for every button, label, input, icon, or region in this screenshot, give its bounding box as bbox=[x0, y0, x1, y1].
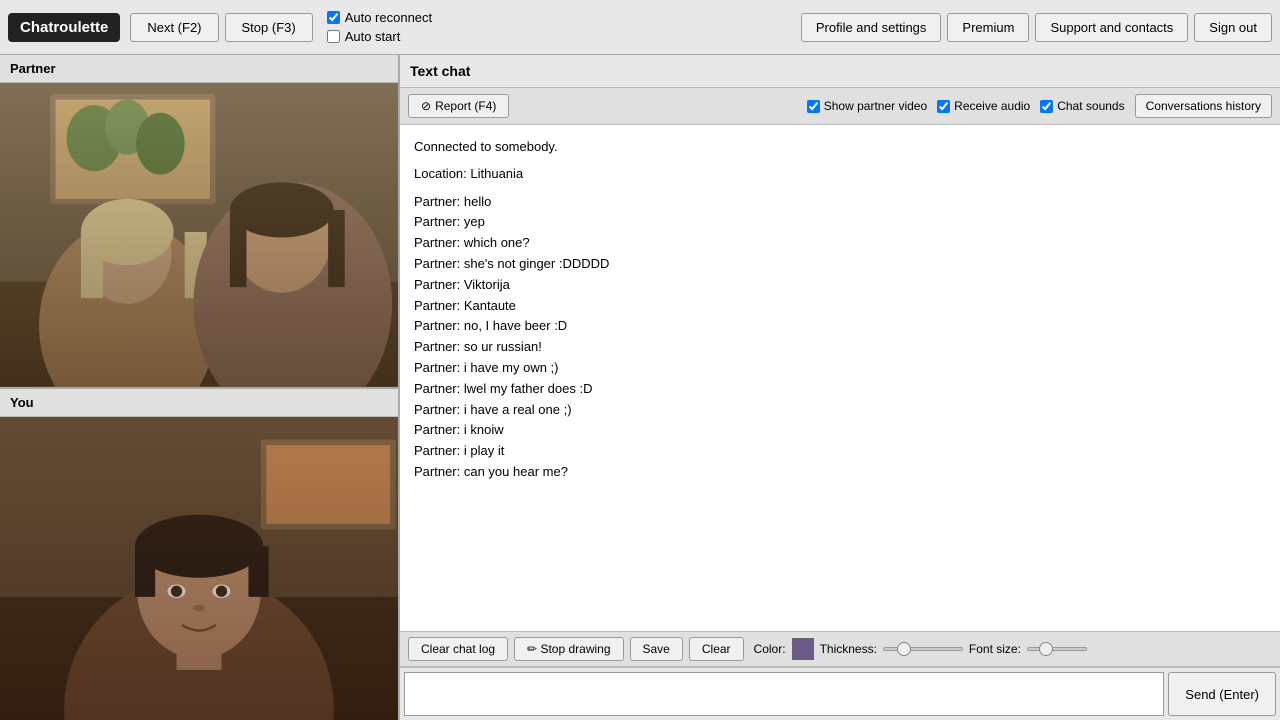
color-swatch[interactable] bbox=[792, 638, 814, 660]
send-button[interactable]: Send (Enter) bbox=[1168, 672, 1276, 716]
show-partner-video-checkbox[interactable] bbox=[807, 100, 820, 113]
auto-reconnect-label[interactable]: Auto reconnect bbox=[327, 10, 432, 25]
pencil-icon: ✏ bbox=[527, 642, 537, 656]
checkbox-group: Auto reconnect Auto start bbox=[327, 10, 432, 44]
chat-message: Partner: yep bbox=[414, 212, 1266, 233]
chat-message: Partner: i play it bbox=[414, 441, 1266, 462]
chat-options: Show partner video Receive audio Chat so… bbox=[807, 94, 1272, 118]
chat-message: Connected to somebody. bbox=[414, 137, 1266, 158]
chat-message: Partner: hello bbox=[414, 192, 1266, 213]
chat-sounds-label[interactable]: Chat sounds bbox=[1040, 99, 1124, 113]
report-label: Report (F4) bbox=[435, 99, 496, 113]
receive-audio-label[interactable]: Receive audio bbox=[937, 99, 1030, 113]
show-partner-video-text: Show partner video bbox=[824, 99, 927, 113]
chat-sounds-text: Chat sounds bbox=[1057, 99, 1124, 113]
top-right-buttons: Profile and settings Premium Support and… bbox=[801, 13, 1272, 42]
partner-video-container bbox=[0, 83, 398, 387]
right-panel: Text chat ⊘ Report (F4) Show partner vid… bbox=[400, 55, 1280, 720]
chat-message: Partner: which one? bbox=[414, 233, 1266, 254]
report-icon: ⊘ bbox=[421, 99, 431, 113]
main-layout: Partner bbox=[0, 55, 1280, 720]
fontsize-label: Font size: bbox=[969, 642, 1021, 656]
you-section: You bbox=[0, 389, 398, 720]
signout-button[interactable]: Sign out bbox=[1194, 13, 1272, 42]
chat-message: Partner: she's not ginger :DDDDD bbox=[414, 254, 1266, 275]
auto-start-label[interactable]: Auto start bbox=[327, 29, 432, 44]
thickness-label: Thickness: bbox=[820, 642, 877, 656]
chat-input[interactable] bbox=[404, 672, 1164, 716]
clear-button[interactable]: Clear bbox=[689, 637, 744, 661]
stop-button[interactable]: Stop (F3) bbox=[225, 13, 313, 42]
chat-message: Partner: i have my own ;) bbox=[414, 358, 1266, 379]
chat-toolbar: ⊘ Report (F4) Show partner video Receive… bbox=[400, 88, 1280, 125]
stop-drawing-label: Stop drawing bbox=[540, 642, 610, 656]
partner-video-svg bbox=[0, 83, 398, 387]
receive-audio-checkbox[interactable] bbox=[937, 100, 950, 113]
text-chat-header: Text chat bbox=[400, 55, 1280, 88]
you-video-svg bbox=[0, 417, 398, 720]
left-panel: Partner bbox=[0, 55, 400, 720]
chat-input-row: Send (Enter) bbox=[400, 667, 1280, 720]
stop-drawing-button[interactable]: ✏ Stop drawing bbox=[514, 637, 623, 661]
save-button[interactable]: Save bbox=[630, 637, 683, 661]
partner-video bbox=[0, 83, 398, 387]
chat-message: Partner: Kantaute bbox=[414, 296, 1266, 317]
chat-message: Location: Lithuania bbox=[414, 164, 1266, 185]
partner-section: Partner bbox=[0, 55, 398, 389]
chat-bottom-toolbar: Clear chat log ✏ Stop drawing Save Clear… bbox=[400, 632, 1280, 667]
auto-reconnect-text: Auto reconnect bbox=[345, 10, 432, 25]
you-label: You bbox=[0, 389, 398, 417]
auto-start-text: Auto start bbox=[345, 29, 401, 44]
clear-chat-log-button[interactable]: Clear chat log bbox=[408, 637, 508, 661]
chat-message: Partner: lwel my father does :D bbox=[414, 379, 1266, 400]
top-bar: Chatroulette Next (F2) Stop (F3) Auto re… bbox=[0, 0, 1280, 55]
color-label: Color: bbox=[754, 642, 786, 656]
chat-log: Connected to somebody. Location: Lithuan… bbox=[400, 125, 1280, 632]
receive-audio-text: Receive audio bbox=[954, 99, 1030, 113]
thickness-slider[interactable] bbox=[883, 647, 963, 651]
profile-button[interactable]: Profile and settings bbox=[801, 13, 942, 42]
you-video bbox=[0, 417, 398, 720]
logo: Chatroulette bbox=[8, 13, 120, 42]
conversations-history-button[interactable]: Conversations history bbox=[1135, 94, 1272, 118]
chat-message: Partner: can you hear me? bbox=[414, 462, 1266, 483]
premium-button[interactable]: Premium bbox=[947, 13, 1029, 42]
chat-message: Partner: i knoiw bbox=[414, 420, 1266, 441]
auto-start-checkbox[interactable] bbox=[327, 30, 340, 43]
auto-reconnect-checkbox[interactable] bbox=[327, 11, 340, 24]
chat-message: Partner: no, I have beer :D bbox=[414, 316, 1266, 337]
partner-label: Partner bbox=[0, 55, 398, 83]
show-partner-video-label[interactable]: Show partner video bbox=[807, 99, 927, 113]
next-button[interactable]: Next (F2) bbox=[130, 13, 218, 42]
report-button[interactable]: ⊘ Report (F4) bbox=[408, 94, 509, 118]
chat-sounds-checkbox[interactable] bbox=[1040, 100, 1053, 113]
chat-message: Partner: Viktorija bbox=[414, 275, 1266, 296]
fontsize-slider[interactable] bbox=[1027, 647, 1087, 651]
chat-message: Partner: i have a real one ;) bbox=[414, 400, 1266, 421]
you-video-container bbox=[0, 417, 398, 720]
chat-message: Partner: so ur russian! bbox=[414, 337, 1266, 358]
support-button[interactable]: Support and contacts bbox=[1035, 13, 1188, 42]
